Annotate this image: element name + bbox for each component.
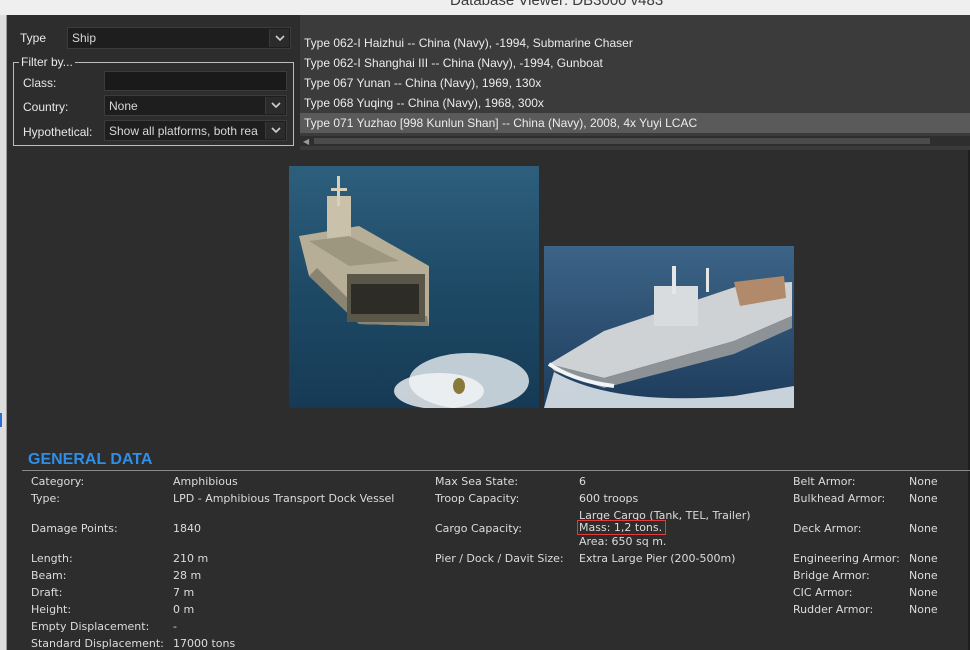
draft-value: 7 m xyxy=(173,586,195,599)
deck-armor-value: None xyxy=(909,522,938,535)
ship-photo-stern xyxy=(289,166,539,408)
damage-points-value: 1840 xyxy=(173,522,201,535)
empty-displacement-label: Empty Displacement: xyxy=(31,620,150,633)
type-dropdown-value: Ship xyxy=(72,31,97,45)
country-label: Country: xyxy=(23,100,69,114)
hypothetical-dropdown-value: Show all platforms, both rea xyxy=(109,124,258,138)
max-sea-state-value: 6 xyxy=(579,475,586,488)
class-input[interactable] xyxy=(104,71,287,91)
type-field-value: LPD - Amphibious Transport Dock Vessel xyxy=(173,492,395,505)
length-value: 210 m xyxy=(173,552,209,565)
bridge-armor-label: Bridge Armor: xyxy=(793,569,870,582)
filter-legend: Filter by... xyxy=(19,55,75,69)
empty-displacement-value: - xyxy=(173,620,177,633)
window-title: Database Viewer: DB3000 v483 xyxy=(450,0,664,9)
bulkhead-armor-value: None xyxy=(909,492,938,505)
cic-armor-value: None xyxy=(909,586,938,599)
pier-size-value: Extra Large Pier (200-500m) xyxy=(579,552,736,565)
standard-displacement-value: 17000 tons xyxy=(173,637,236,650)
bridge-armor-value: None xyxy=(909,569,938,582)
left-window-edge xyxy=(0,15,7,650)
type-label: Type xyxy=(20,31,47,45)
list-item-clipped[interactable] xyxy=(300,15,970,28)
platform-list[interactable]: Type 062-I Haizhui -- China (Navy), -199… xyxy=(300,15,970,150)
list-horizontal-scrollbar[interactable]: ◀ xyxy=(300,136,970,146)
scrollbar-thumb[interactable] xyxy=(314,138,930,144)
scroll-left-icon[interactable]: ◀ xyxy=(303,137,309,146)
edge-indicator xyxy=(0,413,2,427)
type-field-label: Type: xyxy=(31,492,60,505)
height-value: 0 m xyxy=(173,603,195,616)
belt-armor-label: Belt Armor: xyxy=(793,475,856,488)
list-item[interactable]: Type 068 Yuqing -- China (Navy), 1968, 3… xyxy=(300,93,970,113)
list-item[interactable]: Type 062-I Shanghai III -- China (Navy),… xyxy=(300,53,970,73)
engineering-armor-value: None xyxy=(909,552,938,565)
draft-label: Draft: xyxy=(31,586,63,599)
damage-points-label: Damage Points: xyxy=(31,522,118,535)
chevron-down-icon[interactable] xyxy=(265,122,285,139)
pier-size-label: Pier / Dock / Davit Size: xyxy=(435,552,564,565)
section-divider xyxy=(22,470,970,471)
category-label: Category: xyxy=(31,475,85,488)
type-dropdown[interactable]: Ship xyxy=(67,27,291,49)
rudder-armor-label: Rudder Armor: xyxy=(793,603,874,616)
chevron-down-icon[interactable] xyxy=(265,97,285,114)
troop-capacity-label: Troop Capacity: xyxy=(435,492,520,505)
country-dropdown-value: None xyxy=(109,99,138,113)
deck-armor-label: Deck Armor: xyxy=(793,522,862,535)
country-dropdown[interactable]: None xyxy=(104,95,287,116)
chevron-down-icon[interactable] xyxy=(269,29,289,47)
rudder-armor-value: None xyxy=(909,603,938,616)
cargo-mass-highlight: Mass: 1,2 tons. xyxy=(577,520,667,535)
beam-label: Beam: xyxy=(31,569,67,582)
standard-displacement-label: Standard Displacement: xyxy=(31,637,164,650)
troop-capacity-value: 600 troops xyxy=(579,492,639,505)
cargo-mass-value: Mass: 1,2 tons. xyxy=(577,520,667,535)
title-bar: Database Viewer: DB3000 v483 xyxy=(0,0,970,15)
cargo-area-value: Area: 650 sq m. xyxy=(579,535,667,548)
category-value: Amphibious xyxy=(173,475,238,488)
list-item-selected[interactable]: Type 071 Yuzhao [998 Kunlun Shan] -- Chi… xyxy=(300,113,970,133)
length-label: Length: xyxy=(31,552,73,565)
hypothetical-dropdown[interactable]: Show all platforms, both rea xyxy=(104,120,287,141)
height-label: Height: xyxy=(31,603,72,616)
cargo-capacity-label: Cargo Capacity: xyxy=(435,522,522,535)
engineering-armor-label: Engineering Armor: xyxy=(793,552,900,565)
belt-armor-value: None xyxy=(909,475,938,488)
list-item[interactable]: Type 067 Yunan -- China (Navy), 1969, 13… xyxy=(300,73,970,93)
class-label: Class: xyxy=(23,76,57,90)
cic-armor-label: CIC Armor: xyxy=(793,586,853,599)
general-data-heading: GENERAL DATA xyxy=(28,451,153,468)
beam-value: 28 m xyxy=(173,569,202,582)
bulkhead-armor-label: Bulkhead Armor: xyxy=(793,492,886,505)
ship-photo-bow xyxy=(544,246,794,408)
hypothetical-label: Hypothetical: xyxy=(23,125,93,139)
max-sea-state-label: Max Sea State: xyxy=(435,475,519,488)
list-item[interactable]: Type 062-I Haizhui -- China (Navy), -199… xyxy=(300,33,970,53)
